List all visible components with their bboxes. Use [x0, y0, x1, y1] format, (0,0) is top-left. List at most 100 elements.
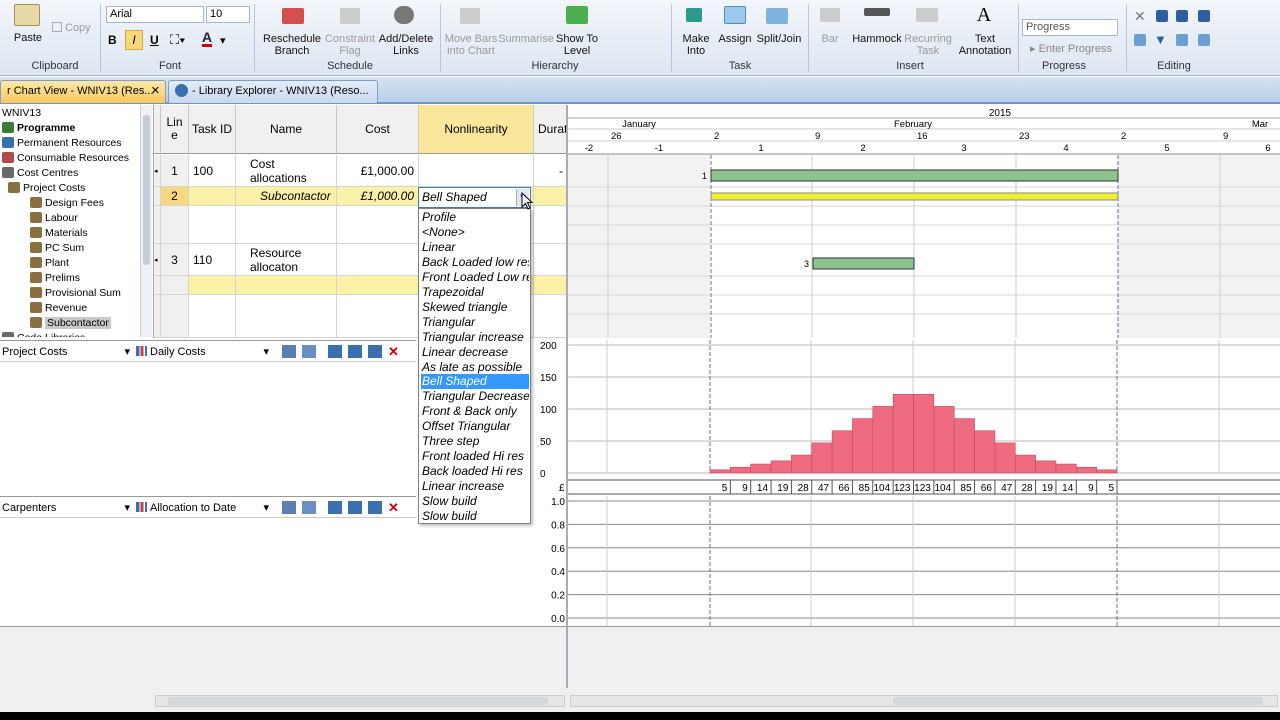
- tree-item[interactable]: Programme: [2, 121, 75, 136]
- table-options-icon[interactable]: [302, 345, 316, 358]
- allocation-type-select[interactable]: Allocation to Date ▾: [136, 500, 271, 516]
- task-bar[interactable]: [710, 169, 1119, 182]
- row-selector[interactable]: [154, 295, 161, 338]
- dropdown-option[interactable]: Triangular: [421, 315, 529, 330]
- bar-chart-icon[interactable]: [348, 501, 362, 514]
- grid-cell-cost[interactable]: £1,000.00: [337, 187, 419, 206]
- enter-progress-button[interactable]: ▸ Enter Progress: [1030, 42, 1112, 55]
- split-view-icon[interactable]: [328, 501, 342, 514]
- tree-item[interactable]: Code Libraries: [2, 331, 85, 337]
- grid-cell-task-id[interactable]: [189, 187, 236, 206]
- histogram-icon[interactable]: [368, 501, 382, 514]
- grid-cell-task-id[interactable]: 100: [189, 155, 236, 187]
- find-icon[interactable]: [1176, 34, 1188, 46]
- table-icon[interactable]: [282, 501, 296, 514]
- grid-cell-cost[interactable]: £1,000.00: [337, 155, 419, 187]
- dropdown-option[interactable]: Slow build: [421, 494, 529, 509]
- reschedule-branch-button[interactable]: Reschedule Branch: [260, 33, 324, 57]
- grid-cell-task-id[interactable]: [189, 276, 236, 295]
- grid-cell-dur[interactable]: [534, 244, 568, 276]
- table-icon[interactable]: [282, 345, 296, 358]
- tree-item[interactable]: Provisional Sum: [30, 286, 121, 301]
- grid-cell-dur[interactable]: [534, 276, 568, 295]
- col-header-duration[interactable]: Durat: [534, 105, 568, 154]
- tree-item[interactable]: Plant: [30, 256, 69, 271]
- tree-item[interactable]: Cost Centres: [2, 166, 78, 181]
- row-selector[interactable]: ◂: [154, 155, 161, 187]
- tab-library-explorer[interactable]: - Library Explorer - WNIV13 (Reso...: [168, 80, 378, 103]
- grid-cell-dur[interactable]: [534, 206, 568, 244]
- make-into-button[interactable]: Make Into: [676, 33, 716, 57]
- col-header-task-id[interactable]: Task ID: [189, 105, 236, 154]
- underline-button[interactable]: U: [150, 33, 159, 47]
- dropdown-option[interactable]: Front & Back only: [421, 404, 529, 419]
- italic-button[interactable]: I: [125, 30, 143, 50]
- grid-cell-line[interactable]: 2: [161, 187, 189, 206]
- cost-bar[interactable]: [710, 192, 1119, 201]
- font-size-select[interactable]: 10: [206, 6, 250, 23]
- grid-cell-cost[interactable]: [337, 206, 419, 244]
- col-header-name[interactable]: Name: [236, 105, 337, 154]
- delete-icon[interactable]: ✕: [1134, 8, 1146, 25]
- dropdown-option[interactable]: As late as possible: [421, 360, 529, 375]
- grid-cell-name[interactable]: Cost allocations: [236, 155, 337, 187]
- pane-splitter[interactable]: [566, 105, 568, 688]
- dropdown-option[interactable]: Back Loaded low res: [421, 255, 529, 270]
- move-bars-button[interactable]: Move Bars into Chart: [444, 33, 498, 57]
- dropdown-option[interactable]: Triangular Decrease: [421, 389, 529, 404]
- row-selector[interactable]: [154, 276, 161, 295]
- tree-item[interactable]: Project Costs: [8, 181, 85, 196]
- close-icon[interactable]: ✕: [151, 81, 160, 102]
- cut-icon[interactable]: [1156, 10, 1168, 22]
- close-panel-icon[interactable]: ✕: [388, 501, 402, 514]
- histogram-type-select[interactable]: Daily Costs ▾: [136, 344, 271, 360]
- table-options-icon[interactable]: [302, 501, 316, 514]
- nonlinearity-combo[interactable]: Bell Shaped ▼: [418, 187, 531, 208]
- col-header-line[interactable]: Lin e: [161, 105, 189, 154]
- tree-item[interactable]: Subcontactor: [30, 316, 111, 331]
- split-join-button[interactable]: Split/Join: [754, 33, 804, 45]
- copy-button[interactable]: Copy: [52, 22, 91, 34]
- grid-cell-cost[interactable]: [337, 295, 419, 338]
- grid-cell-line[interactable]: [161, 295, 189, 338]
- hammock-button[interactable]: Hammock: [850, 33, 904, 45]
- grid-cell-name[interactable]: [236, 295, 337, 338]
- fill-color-button[interactable]: ⛶▾: [170, 32, 185, 48]
- text-annotation-button[interactable]: Text Annotation: [956, 33, 1014, 57]
- grid-cell-name[interactable]: Subcontactor: [236, 187, 337, 206]
- dropdown-option[interactable]: Linear: [421, 240, 529, 255]
- bar-chart-icon[interactable]: [348, 345, 362, 358]
- recurring-task-button[interactable]: Recurring Task: [900, 33, 956, 57]
- grid-cell-nonlin[interactable]: [419, 155, 534, 187]
- close-panel-icon[interactable]: ✕: [388, 345, 402, 358]
- bold-button[interactable]: B: [108, 33, 117, 47]
- row-selector[interactable]: ◂: [154, 244, 161, 276]
- grid-cell-task-id[interactable]: [189, 206, 236, 244]
- grid-cell-name[interactable]: [236, 276, 337, 295]
- dropdown-option[interactable]: Offset Triangular: [421, 419, 529, 434]
- gantt-hscrollbar[interactable]: [570, 695, 1278, 707]
- add-delete-links-button[interactable]: Add/Delete Links: [378, 33, 434, 57]
- dropdown-option[interactable]: Profile: [421, 210, 529, 225]
- scroll-thumb[interactable]: [893, 697, 1263, 705]
- progress-select[interactable]: Progress: [1022, 19, 1118, 36]
- grid-cell-cost[interactable]: [337, 276, 419, 295]
- dropdown-option[interactable]: Linear increase: [421, 479, 529, 494]
- grid-cell-dur[interactable]: [534, 295, 568, 338]
- tab-chart-view[interactable]: r Chart View - WNIV13 (Res... ✕: [0, 80, 166, 103]
- insert-bar-button[interactable]: Bar: [812, 33, 848, 45]
- grid-cell-name[interactable]: [236, 206, 337, 244]
- grid-cell-cost[interactable]: [337, 244, 419, 276]
- tree-item[interactable]: Prelims: [30, 271, 80, 286]
- grid-cell-task-id[interactable]: 110: [189, 244, 236, 276]
- grid-cell-name[interactable]: Resource allocaton: [236, 244, 337, 276]
- tree-item[interactable]: PC Sum: [30, 241, 84, 256]
- paste-button[interactable]: Paste: [10, 32, 46, 44]
- grid-cell-task-id[interactable]: [189, 295, 236, 338]
- col-header-nonlinearity[interactable]: Nonlinearity: [419, 105, 534, 154]
- replace-icon[interactable]: [1198, 34, 1210, 46]
- tree-item[interactable]: Revenue: [30, 301, 87, 316]
- constraint-flag-button[interactable]: Constraint Flag: [322, 33, 378, 57]
- dropdown-option[interactable]: Trapezoidal: [421, 285, 529, 300]
- filter-icon[interactable]: ▼: [1154, 32, 1167, 47]
